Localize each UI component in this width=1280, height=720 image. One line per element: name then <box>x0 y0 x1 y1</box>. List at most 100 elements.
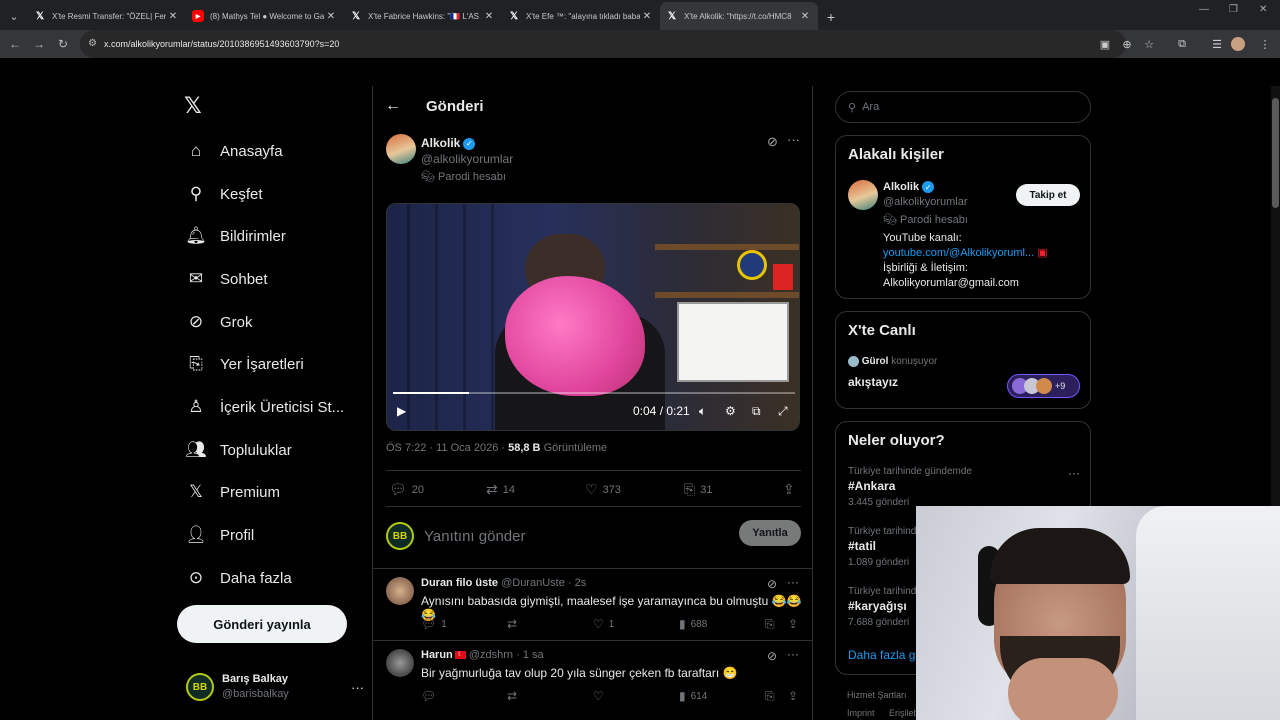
browser-tab[interactable]: 𝕏 X'te Resmi Transfer: "ÖZEL| Fene ✕ <box>28 2 186 30</box>
video-progress-bar[interactable] <box>393 392 795 394</box>
nav-item-explore[interactable]: ⚲ Keşfet <box>184 179 263 209</box>
live-topic[interactable]: akıştayız <box>848 375 898 389</box>
fullscreen-icon[interactable]: ⤢ <box>778 404 788 419</box>
reply-share-action[interactable]: ⇪ <box>788 689 803 703</box>
live-host[interactable]: Gürol konuşuyor <box>848 356 937 367</box>
reply-comment-action[interactable]: 💬︎ 1 <box>421 617 447 631</box>
post-button[interactable]: Gönderi yayınla <box>177 605 347 643</box>
reply-views-action[interactable]: ▮ 688 <box>679 617 707 631</box>
volume-icon[interactable]: 🔈︎ <box>699 404 706 419</box>
browser-tab-active[interactable]: 𝕏 X'te Alkolik: "https://t.co/HMC8 ✕ <box>660 2 818 30</box>
nav-item-home[interactable]: ⌂ Anasayfa <box>184 136 283 166</box>
more-dots-icon[interactable]: ··· <box>1068 466 1080 480</box>
reading-list-icon[interactable]: ☰ <box>1207 34 1227 54</box>
more-dots-icon[interactable]: ··· <box>351 680 364 695</box>
close-window-icon[interactable]: ✕ <box>1259 4 1267 15</box>
minimize-icon[interactable]: — <box>1199 4 1209 15</box>
back-arrow-icon[interactable]: ← <box>4 33 26 55</box>
author-name[interactable]: Alkolik <box>421 136 460 150</box>
footer-link-imprint[interactable]: Imprint <box>847 708 875 718</box>
footer-link-accessibility[interactable]: Erişileb <box>889 708 919 718</box>
reply-handle[interactable]: @zdshrn <box>469 649 513 661</box>
reply-handle[interactable]: @DuranUste <box>501 577 565 589</box>
follow-button[interactable]: Takip et <box>1016 184 1080 206</box>
play-icon[interactable]: ▶ <box>397 404 406 418</box>
bookmark-action[interactable]: ⎘ 31 <box>684 481 712 498</box>
nav-item-profile[interactable]: 👤︎ Profil <box>184 520 254 550</box>
bookmark-star-icon[interactable]: ☆ <box>1139 34 1159 54</box>
cast-icon[interactable]: ▣ <box>1095 34 1115 54</box>
browser-tab[interactable]: 𝕏 X'te Efe ™: "alayına tıkladı baba ✕ <box>502 2 660 30</box>
tab-close-icon[interactable]: ✕ <box>166 11 180 22</box>
footer-link-terms[interactable]: Hizmet Şartları <box>847 690 907 700</box>
nav-item-notifications[interactable]: 🔔︎ Bildirimler <box>184 221 286 251</box>
back-arrow-icon[interactable]: ← <box>373 97 413 115</box>
nav-item-communities[interactable]: 👥︎ Topluluklar <box>184 435 292 465</box>
nav-item-creator-studio[interactable]: ♙ İçerik Üreticisi St... <box>184 392 344 422</box>
menu-dots-icon[interactable]: ⋮ <box>1255 34 1275 54</box>
reply-item[interactable]: Harun ☾ @zdshrn · 1 sa ⊘ ··· Bir yağmurlu… <box>373 640 813 720</box>
tab-search-icon[interactable]: ⌄ <box>0 2 28 30</box>
reply-like-action[interactable]: ♡ 1 <box>593 617 614 631</box>
pip-icon[interactable]: ⧉ <box>752 404 761 419</box>
nav-item-bookmarks[interactable]: ⎘ Yer İşaretleri <box>184 349 303 379</box>
live-listeners[interactable]: +9 <box>1007 374 1080 398</box>
grok-icon[interactable]: ⊘ <box>767 134 778 150</box>
extensions-icon[interactable]: ⧉ <box>1172 34 1192 54</box>
reply-views-action[interactable]: ▮ 614 <box>679 689 707 703</box>
browser-tab[interactable]: ▶ (8) Mathys Tel ● Welcome to Ga ✕ <box>186 2 344 30</box>
more-dots-icon[interactable]: ··· <box>787 132 800 147</box>
nav-item-premium[interactable]: 𝕏 Premium <box>184 477 280 507</box>
avatar[interactable] <box>386 577 414 605</box>
grok-icon[interactable]: ⊘ <box>767 649 777 663</box>
author-handle[interactable]: @alkolikyorumlar <box>421 151 513 167</box>
forward-arrow-icon[interactable]: → <box>28 33 50 55</box>
reply-item[interactable]: Duran filo üste @DuranUste · 2s ⊘ ··· Ay… <box>373 568 813 640</box>
profile-avatar-icon[interactable] <box>1231 37 1245 51</box>
reload-icon[interactable]: ↻ <box>52 33 74 55</box>
reply-bookmark-action[interactable]: ⎘ <box>765 689 780 704</box>
trend-item[interactable]: Türkiye tarihinde gündemde #Ankara 3.445… <box>848 466 1080 508</box>
tab-close-icon[interactable]: ✕ <box>482 11 496 22</box>
nav-item-more[interactable]: ⊙ Daha fazla <box>184 563 292 593</box>
bio-link[interactable]: youtube.com/@Alkolikyoruml... <box>883 247 1034 259</box>
reply-author[interactable]: Harun <box>421 649 453 661</box>
reply-comment-action[interactable]: 💬︎ <box>421 689 441 703</box>
nav-item-grok[interactable]: ⊘ Grok <box>184 307 253 337</box>
repost-action[interactable]: ⇄ 14 <box>486 481 515 498</box>
post-timestamp[interactable]: ÖS 7:22 · 11 Oca 2026 · <box>386 442 505 454</box>
show-more-link[interactable]: Daha fazla gö <box>848 648 922 662</box>
browser-tab[interactable]: 𝕏 X'te Fabrice Hawkins: "🇫🇷 L'AS ✕ <box>344 2 502 30</box>
reply-input[interactable]: Yanıtını gönder <box>424 528 525 545</box>
like-action[interactable]: ♡ 373 <box>585 481 621 498</box>
share-action[interactable]: ⇪ <box>783 481 800 498</box>
video-player[interactable]: ▶ 0:04 / 0:21 🔈︎ ⚙ ⧉ ⤢ <box>386 203 800 431</box>
reply-button[interactable]: Yanıtla <box>739 520 801 546</box>
reply-share-action[interactable]: ⇪ <box>788 617 803 631</box>
avatar[interactable] <box>848 180 878 210</box>
address-bar[interactable]: ⚙ x.com/alkolikyorumlar/status/201038695… <box>80 30 1126 58</box>
scrollbar-thumb[interactable] <box>1272 98 1279 208</box>
zoom-icon[interactable]: ⊕ <box>1117 34 1137 54</box>
reply-repost-action[interactable]: ⇄ <box>507 617 522 631</box>
x-logo-icon[interactable]: 𝕏 <box>184 94 202 119</box>
restore-icon[interactable]: ❐ <box>1229 4 1238 15</box>
more-dots-icon[interactable]: ··· <box>787 575 799 589</box>
account-switcher[interactable]: BB Barış Balkay @barisbalkay ··· <box>186 670 370 704</box>
tab-close-icon[interactable]: ✕ <box>324 11 338 22</box>
new-tab-button[interactable]: + <box>818 4 844 30</box>
site-info-icon[interactable]: ⚙ <box>88 38 97 49</box>
reply-author[interactable]: Duran filo üste <box>421 577 498 589</box>
author-avatar[interactable] <box>386 134 416 164</box>
reply-repost-action[interactable]: ⇄ <box>507 689 522 703</box>
more-dots-icon[interactable]: ··· <box>787 647 799 661</box>
related-name[interactable]: Alkolik <box>883 181 919 193</box>
reply-like-action[interactable]: ♡ <box>593 689 609 703</box>
reply-bookmark-action[interactable]: ⎘ <box>765 617 780 632</box>
tab-close-icon[interactable]: ✕ <box>798 11 812 22</box>
avatar[interactable] <box>386 649 414 677</box>
grok-icon[interactable]: ⊘ <box>767 577 777 591</box>
reply-action[interactable]: 💬︎ 20 <box>389 481 424 498</box>
search-input[interactable]: ⚲ Ara <box>835 91 1091 123</box>
nav-item-messages[interactable]: ✉ Sohbet <box>184 264 268 294</box>
